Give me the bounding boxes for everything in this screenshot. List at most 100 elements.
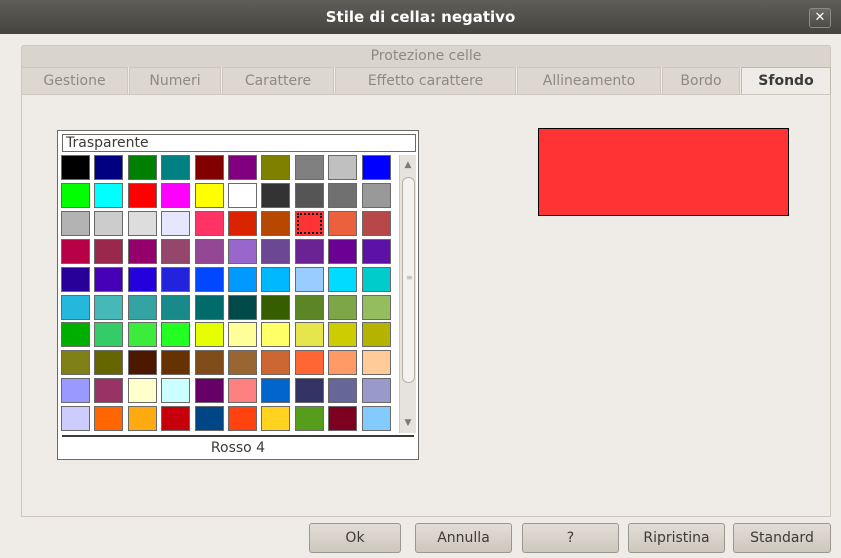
color-swatch[interactable] xyxy=(362,239,391,264)
color-swatch[interactable] xyxy=(228,267,257,292)
color-swatch[interactable] xyxy=(128,295,157,320)
color-swatch[interactable] xyxy=(61,322,90,347)
color-swatch[interactable] xyxy=(261,155,290,180)
color-swatch[interactable] xyxy=(362,322,391,347)
color-swatch[interactable] xyxy=(261,322,290,347)
color-swatch[interactable] xyxy=(195,239,224,264)
color-swatch[interactable] xyxy=(261,183,290,208)
color-swatch[interactable] xyxy=(61,267,90,292)
color-swatch[interactable] xyxy=(61,406,90,431)
color-swatch[interactable] xyxy=(61,155,90,180)
color-swatch[interactable] xyxy=(161,155,190,180)
color-swatch[interactable] xyxy=(328,183,357,208)
color-swatch[interactable] xyxy=(128,239,157,264)
color-swatch[interactable] xyxy=(362,378,391,403)
color-swatch[interactable] xyxy=(195,406,224,431)
color-swatch[interactable] xyxy=(195,267,224,292)
color-swatch[interactable] xyxy=(61,378,90,403)
color-swatch[interactable] xyxy=(195,350,224,375)
color-swatch[interactable] xyxy=(94,378,123,403)
color-swatch[interactable] xyxy=(328,295,357,320)
color-swatch[interactable] xyxy=(61,183,90,208)
transparent-option[interactable]: Trasparente xyxy=(62,134,416,152)
color-swatch[interactable] xyxy=(61,350,90,375)
help-button[interactable]: ? xyxy=(522,523,619,553)
color-swatch[interactable] xyxy=(295,406,324,431)
annulla-button[interactable]: Annulla xyxy=(415,523,512,553)
color-swatch[interactable] xyxy=(295,350,324,375)
color-swatch[interactable] xyxy=(94,155,123,180)
color-swatch[interactable] xyxy=(328,155,357,180)
color-swatch[interactable] xyxy=(328,322,357,347)
color-swatch[interactable] xyxy=(228,239,257,264)
color-swatch[interactable] xyxy=(94,350,123,375)
color-swatch[interactable] xyxy=(261,378,290,403)
color-swatch[interactable] xyxy=(295,155,324,180)
color-swatch[interactable] xyxy=(161,211,190,236)
color-swatch[interactable] xyxy=(195,183,224,208)
scroll-up-icon[interactable]: ▲ xyxy=(400,157,416,173)
color-swatch[interactable] xyxy=(94,322,123,347)
palette-scrollbar[interactable]: ▲ ≡ ▼ xyxy=(399,155,416,433)
color-swatch[interactable] xyxy=(228,350,257,375)
color-swatch[interactable] xyxy=(128,267,157,292)
ok-button[interactable]: Ok xyxy=(309,523,401,553)
color-swatch[interactable] xyxy=(195,322,224,347)
color-swatch[interactable] xyxy=(61,239,90,264)
color-swatch[interactable] xyxy=(94,211,123,236)
tab-carattere[interactable]: Carattere xyxy=(222,67,334,94)
color-swatch[interactable] xyxy=(228,295,257,320)
color-swatch[interactable] xyxy=(295,322,324,347)
color-swatch[interactable] xyxy=(362,211,391,236)
color-swatch[interactable] xyxy=(328,239,357,264)
tab-gestione[interactable]: Gestione xyxy=(21,67,128,94)
color-swatch[interactable] xyxy=(161,406,190,431)
color-swatch[interactable] xyxy=(161,267,190,292)
color-swatch[interactable] xyxy=(328,267,357,292)
color-swatch[interactable] xyxy=(295,239,324,264)
color-swatch[interactable] xyxy=(94,183,123,208)
color-swatch[interactable] xyxy=(228,406,257,431)
color-swatch[interactable] xyxy=(94,295,123,320)
color-swatch[interactable] xyxy=(362,406,391,431)
scroll-thumb[interactable]: ≡ xyxy=(402,177,415,383)
color-swatch[interactable] xyxy=(195,378,224,403)
color-swatch[interactable] xyxy=(61,211,90,236)
color-swatch[interactable] xyxy=(261,239,290,264)
color-swatch[interactable] xyxy=(128,211,157,236)
color-swatch[interactable] xyxy=(61,295,90,320)
color-swatch[interactable] xyxy=(295,378,324,403)
standard-button[interactable]: Standard xyxy=(733,523,831,553)
color-swatch[interactable] xyxy=(228,322,257,347)
color-swatch[interactable] xyxy=(228,183,257,208)
color-swatch[interactable] xyxy=(94,406,123,431)
color-swatch[interactable] xyxy=(295,267,324,292)
color-swatch[interactable] xyxy=(228,378,257,403)
tab-effetto-carattere[interactable]: Effetto carattere xyxy=(335,67,516,94)
color-swatch[interactable] xyxy=(161,378,190,403)
color-swatch[interactable] xyxy=(295,183,324,208)
color-swatch[interactable] xyxy=(128,406,157,431)
color-swatch[interactable] xyxy=(195,211,224,236)
color-swatch[interactable] xyxy=(261,350,290,375)
color-swatch[interactable] xyxy=(295,295,324,320)
color-swatch[interactable] xyxy=(128,378,157,403)
color-swatch[interactable] xyxy=(161,239,190,264)
color-swatch[interactable] xyxy=(328,378,357,403)
color-swatch[interactable] xyxy=(261,295,290,320)
tab-allineamento[interactable]: Allineamento xyxy=(517,67,661,94)
color-swatch[interactable] xyxy=(362,350,391,375)
color-swatch[interactable] xyxy=(161,322,190,347)
color-swatch[interactable] xyxy=(261,211,290,236)
color-swatch[interactable] xyxy=(94,267,123,292)
color-swatch[interactable] xyxy=(128,322,157,347)
color-swatch[interactable] xyxy=(228,211,257,236)
color-swatch[interactable] xyxy=(128,155,157,180)
color-swatch[interactable] xyxy=(328,350,357,375)
color-swatch[interactable] xyxy=(261,267,290,292)
color-swatch[interactable] xyxy=(328,211,357,236)
color-swatch[interactable] xyxy=(261,406,290,431)
color-swatch[interactable] xyxy=(195,155,224,180)
color-swatch[interactable] xyxy=(128,183,157,208)
tab-protezione-celle[interactable]: Protezione celle xyxy=(21,45,831,67)
